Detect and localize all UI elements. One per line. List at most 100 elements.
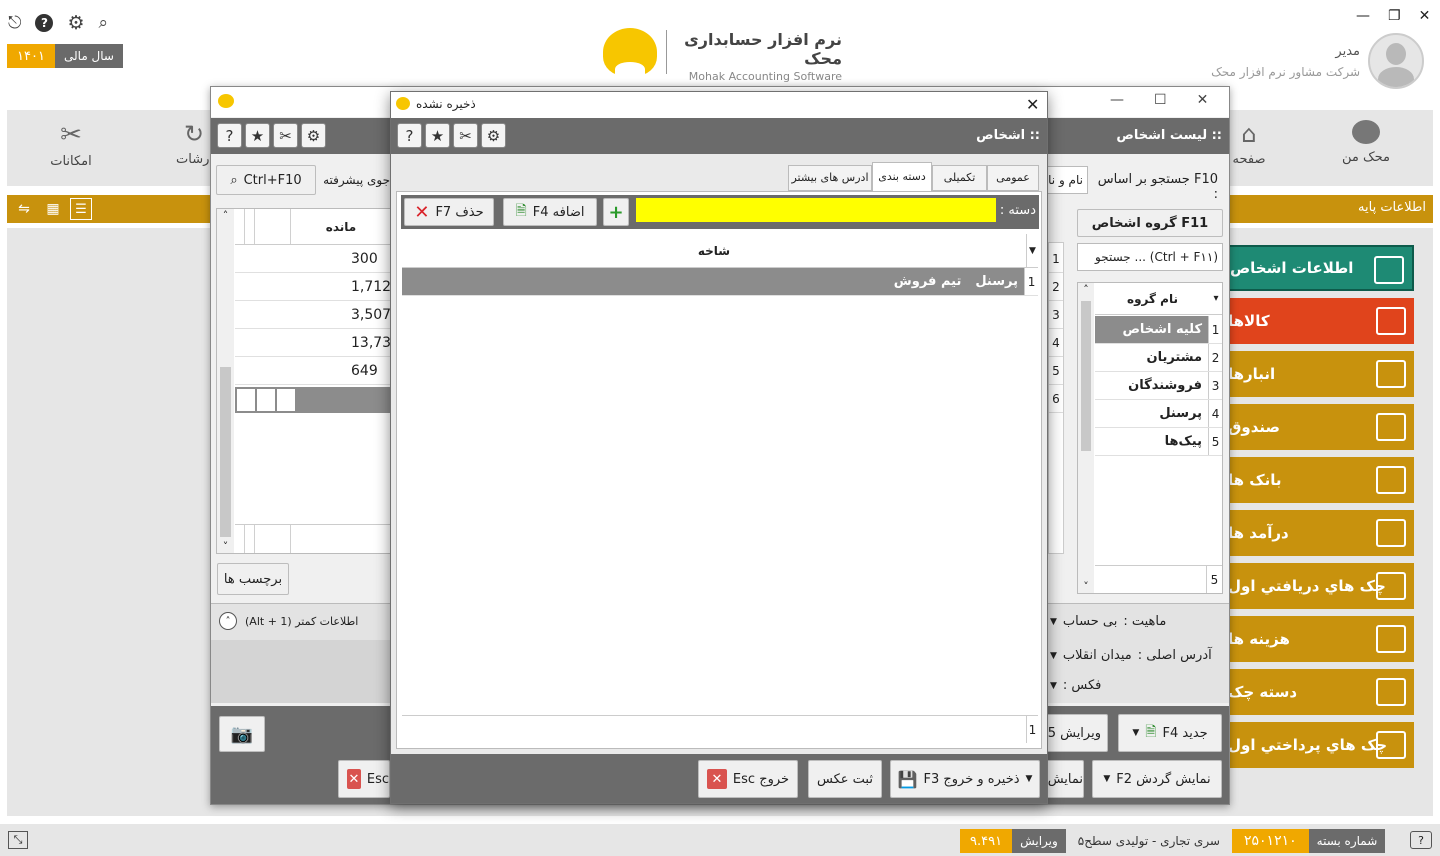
save-exit-button[interactable]: ▼ ذخیره و خروج F3 💾 [890, 760, 1040, 798]
chevron-down-icon[interactable]: ▼ [1050, 681, 1057, 691]
sidebar-item[interactable]: کالاها [1228, 298, 1414, 344]
gear-icon[interactable]: ⚙ [67, 12, 84, 34]
sidebar-item[interactable]: اطلاعات اشخاص [1228, 245, 1414, 291]
balance-col-header[interactable]: مانده [291, 209, 391, 244]
exit-button[interactable]: خروج Esc ✕ [698, 760, 798, 798]
row-number: 3 [1049, 301, 1063, 329]
group-row[interactable]: 5 پیک‌ها [1095, 428, 1222, 456]
group-row[interactable]: 2 مشتریان [1095, 344, 1222, 372]
table-row[interactable]: 300 [235, 245, 391, 273]
table-row[interactable]: 3,507 [235, 301, 391, 329]
sidebar-item[interactable]: چک هاي پرداختي اول [1228, 722, 1414, 768]
tags-button[interactable]: برچسب ها [217, 563, 289, 595]
nav-home[interactable]: ⌂ صفحه [1226, 120, 1272, 167]
sidebar-item[interactable]: بانک ها [1228, 457, 1414, 503]
nav-tools[interactable]: ✂ امکانات [40, 120, 102, 169]
app-logo [603, 28, 657, 76]
logout-icon[interactable]: ⎋ [8, 13, 21, 33]
mohak-icon [1352, 120, 1380, 144]
list-view-icon[interactable]: ☰ [70, 198, 92, 220]
new-doc-icon: 🗎 [515, 203, 527, 219]
group-search-input[interactable]: جستجو ... (Ctrl + F۱۱) [1077, 243, 1223, 271]
restore-icon[interactable]: ❐ [1388, 8, 1401, 24]
avatar[interactable] [1368, 33, 1424, 89]
category-row[interactable]: 1 پرسنل تیم فروش [402, 268, 1038, 296]
sidebar-item[interactable]: انبارها [1228, 351, 1414, 397]
category-child: تیم فروش [893, 274, 962, 289]
plus-icon: + [608, 201, 624, 223]
gear-icon[interactable]: ⚙ [481, 123, 506, 148]
sidebar-item[interactable]: دسته چک [1228, 669, 1414, 715]
advanced-search-label[interactable]: جوی پیشرفته [322, 165, 390, 195]
dialog-close-icon[interactable]: ✕ [1026, 95, 1039, 114]
minimize-icon[interactable]: — [1110, 92, 1124, 108]
chevron-down-icon[interactable]: ▼ [1026, 234, 1038, 267]
tools-icon[interactable]: ✂ [273, 123, 298, 148]
group-col-header[interactable]: نام گروه [1095, 283, 1210, 314]
tab-categories[interactable]: دسته بندی [872, 162, 932, 192]
add-button[interactable]: اضافه F4 🗎 [503, 198, 597, 226]
tab-complementary[interactable]: تکمیلی [932, 165, 987, 191]
sort-icon[interactable]: ⇋ [12, 198, 36, 220]
nav-reports[interactable]: ↻ ارشات [176, 120, 212, 167]
camera-button[interactable]: 📷 [219, 716, 265, 752]
new-button[interactable]: جدید F4 🗎 ▼ [1118, 714, 1222, 752]
save-exit-label: ذخیره و خروج F3 [923, 771, 1020, 787]
sidebar-item[interactable]: صندوق [1228, 404, 1414, 450]
photo-button[interactable]: ثبت عکس [808, 760, 882, 798]
branch-col-header[interactable]: شاخه [402, 234, 1026, 267]
grid-scrollbar[interactable]: ˄ ˅ [217, 209, 234, 553]
address-value: میدان انقلاب [1062, 648, 1132, 663]
fiscal-year[interactable]: ۱۴۰۱ سال مالی [7, 44, 123, 68]
help-icon[interactable]: ? [217, 123, 242, 148]
grid-view-icon[interactable]: ▦ [42, 198, 64, 220]
gear-icon[interactable]: ⚙ [301, 123, 326, 148]
less-info-label: اطلاعات کمتر (Alt + 1) [245, 614, 359, 628]
search-by-select[interactable]: نام و نا [1044, 166, 1088, 194]
maximize-icon[interactable]: ☐ [1154, 92, 1167, 108]
chevron-down-icon: ▼ [1025, 774, 1033, 784]
star-icon[interactable]: ★ [245, 123, 270, 148]
category-input[interactable] [636, 198, 996, 222]
group-row[interactable]: 3 فروشندگان [1095, 372, 1222, 400]
resize-icon[interactable]: ⤡ [8, 831, 28, 849]
tab-more-addresses[interactable]: ادرس های بیشتر [788, 165, 872, 191]
show-turnover-button[interactable]: نمایش گردش F2 ▼ [1092, 760, 1222, 798]
nav-mohak[interactable]: محک من [1336, 120, 1396, 165]
less-info-toggle[interactable]: ˄ اطلاعات کمتر (Alt + 1) [219, 612, 358, 630]
sidebar-item[interactable]: درآمد ها [1228, 510, 1414, 556]
sidebar-item-label: دسته چک [1228, 683, 1298, 701]
close-icon[interactable]: ✕ [1197, 92, 1209, 108]
delete-button[interactable]: حذف F7 ✕ [404, 198, 494, 226]
group-row[interactable]: 1 کلیه اشخاص [1095, 316, 1222, 344]
sidebar-item[interactable]: چک هاي دريافتي اول [1228, 563, 1414, 609]
help-icon[interactable]: ? [1410, 831, 1432, 849]
sidebar-item[interactable]: هزینه ها [1228, 616, 1414, 662]
category-label: دسته : [999, 203, 1036, 218]
table-row[interactable]: 13,735 [235, 329, 400, 357]
chevron-down-icon[interactable]: ▼ [1050, 617, 1057, 627]
table-row[interactable]: 1,712 [235, 273, 391, 301]
help-icon[interactable]: ? [397, 123, 422, 148]
star-icon[interactable]: ★ [425, 123, 450, 148]
group-scrollbar[interactable]: ˄ ˅ [1078, 283, 1094, 593]
camera-icon: 📷 [230, 723, 254, 745]
chevron-down-icon[interactable]: ▼ [1050, 651, 1057, 661]
close-icon[interactable]: ✕ [1419, 8, 1431, 24]
search-icon[interactable]: ⌕ [99, 13, 109, 33]
add-plus-button[interactable]: + [603, 198, 629, 226]
group-footer-count: 5 [1206, 566, 1222, 593]
edit-button[interactable]: ویرایش F5 [1046, 714, 1108, 752]
group-button[interactable]: گروه اشخاص F11 [1077, 209, 1223, 237]
minimize-icon[interactable]: — [1356, 8, 1370, 24]
ctrl-f10-button[interactable]: ⌕ Ctrl+F10 [216, 165, 316, 195]
tools-icon[interactable]: ✂ [453, 123, 478, 148]
sidebar-item-label: کالاها [1228, 312, 1270, 330]
tab-general[interactable]: عمومی [987, 165, 1039, 191]
back-exit-button[interactable]: ✕ Esc [338, 760, 390, 798]
group-row[interactable]: 4 پرسنل [1095, 400, 1222, 428]
help-icon[interactable]: ? [35, 14, 54, 32]
selected-row[interactable] [235, 387, 391, 413]
show-button[interactable]: نمایش [1046, 760, 1084, 798]
table-row[interactable]: 649 [235, 357, 391, 385]
